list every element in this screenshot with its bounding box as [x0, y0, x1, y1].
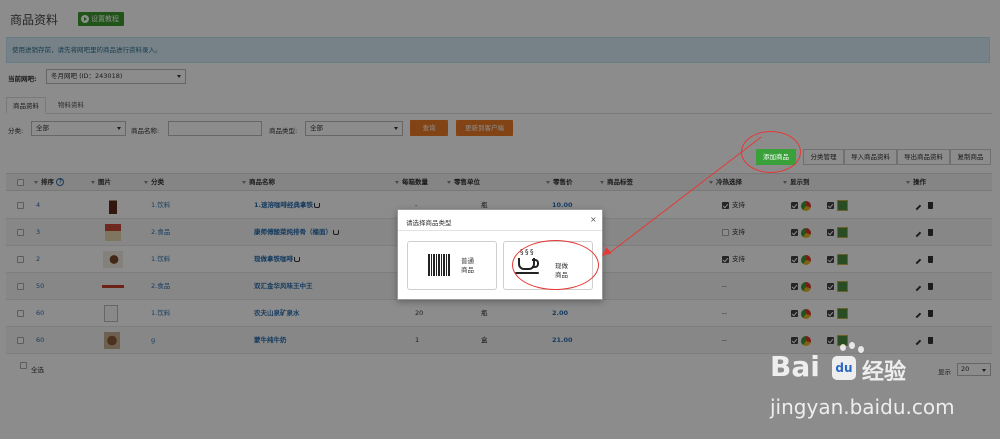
close-icon[interactable]: ×: [590, 215, 597, 224]
modal-title: 请选择商品类型: [406, 219, 452, 227]
annotation-circle-option: [512, 240, 599, 290]
normal-product-label: 普通 商品: [461, 257, 474, 274]
barcode-icon: [428, 254, 450, 276]
watermark-du: du: [832, 356, 856, 380]
watermark-jingyan: 经验: [862, 360, 907, 385]
page: 商品资料 设置教程 使用进销存前，请先将网吧里的商品进行资料录入。 当前网吧: …: [0, 0, 1000, 439]
watermark-bai: Bai: [770, 350, 820, 383]
watermark-url: jingyan.baidu.com: [770, 395, 955, 419]
modal-divider: [398, 230, 602, 231]
baidu-jingyan-watermark: Bai du 经验 jingyan.baidu.com: [770, 342, 1000, 439]
annotation-circle-add: [741, 131, 801, 173]
normal-product-option[interactable]: 普通 商品: [407, 241, 497, 290]
